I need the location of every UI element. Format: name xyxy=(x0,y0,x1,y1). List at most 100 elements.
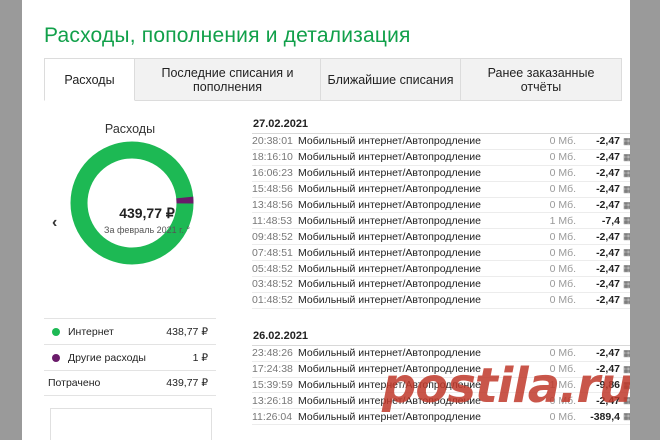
tab-bar: Расходы Последние списания и пополнения … xyxy=(44,58,622,101)
receipt-icon[interactable]: ▦ xyxy=(623,184,630,195)
transaction-row[interactable]: 01:48:52 Мобильный интернет/Автопродление… xyxy=(252,293,630,309)
total-spent-amount: 439,77 ₽ xyxy=(166,377,208,389)
tab-expenses[interactable]: Расходы xyxy=(44,58,135,101)
transaction-desc: Мобильный интернет/Автопродление xyxy=(298,151,481,164)
transaction-row[interactable]: 16:06:23 Мобильный интернет/Автопродление… xyxy=(252,166,630,182)
transaction-desc: Мобильный интернет/Автопродление xyxy=(298,262,481,275)
transaction-mb: 0 Мб. xyxy=(549,183,576,196)
transaction-row[interactable]: 11:48:53 Мобильный интернет/Автопродление… xyxy=(252,213,630,230)
donut-segment-internet xyxy=(70,141,194,265)
transaction-row[interactable]: 03:48:52 Мобильный интернет/Автопродление… xyxy=(252,277,630,293)
receipt-icon[interactable]: ▦ xyxy=(623,263,630,274)
tab-upcoming-charges[interactable]: Ближайшие списания xyxy=(321,58,461,101)
empty-box xyxy=(50,408,212,440)
transaction-time: 15:48:56 xyxy=(252,183,293,196)
legend-label: Другие расходы xyxy=(68,351,146,364)
group-gap xyxy=(252,309,630,326)
receipt-icon[interactable]: ▦ xyxy=(623,215,630,226)
transaction-amount: -2,47 xyxy=(596,278,620,291)
transaction-amount: -2,47 xyxy=(596,183,620,196)
transaction-time: 01:48:52 xyxy=(252,294,293,307)
transaction-desc: Мобильный интернет/Автопродление xyxy=(298,230,481,243)
transaction-time: 15:39:59 xyxy=(252,379,293,392)
expenses-donut-chart xyxy=(70,141,194,265)
transaction-desc: Мобильный интернет/Автопродление xyxy=(298,246,481,259)
tab-recent-transactions[interactable]: Последние списания и пополнения xyxy=(135,58,321,101)
transaction-time: 03:48:52 xyxy=(252,278,293,291)
transaction-amount: -2,47 xyxy=(596,262,620,275)
transaction-time: 11:48:53 xyxy=(252,214,293,227)
transaction-time: 16:06:23 xyxy=(252,167,293,180)
legend-amount: 438,77 ₽ xyxy=(166,325,208,338)
date-header: 26.02.2021 xyxy=(252,326,630,346)
transaction-mb: 0 Мб. xyxy=(549,167,576,180)
transaction-amount: -2,47 xyxy=(596,151,620,164)
transaction-row[interactable]: 18:16:10 Мобильный интернет/Автопродление… xyxy=(252,150,630,166)
transaction-mb: 0 Мб. xyxy=(549,294,576,307)
transaction-mb: 0 Мб. xyxy=(549,135,576,148)
transaction-row[interactable]: 15:48:56 Мобильный интернет/Автопродление… xyxy=(252,182,630,198)
prev-period-arrow-icon[interactable]: ‹ xyxy=(52,214,57,232)
transaction-time: 23:48:26 xyxy=(252,347,293,360)
transaction-time: 17:24:38 xyxy=(252,363,293,376)
tab-ordered-reports[interactable]: Ранее заказанные отчёты xyxy=(461,58,622,101)
transaction-row[interactable]: 09:48:52 Мобильный интернет/Автопродление… xyxy=(252,229,630,246)
receipt-icon[interactable]: ▦ xyxy=(623,247,630,258)
period-label: За февраль 2021 г. ° xyxy=(104,225,190,235)
transaction-time: 07:48:51 xyxy=(252,246,293,259)
transaction-amount: -2,47 xyxy=(596,167,620,180)
receipt-icon[interactable]: ▦ xyxy=(623,231,630,242)
legend-item-internet: Интернет 438,77 ₽ xyxy=(44,318,216,344)
transaction-mb: 0 Мб. xyxy=(549,262,576,275)
expenses-summary: Расходы ‹ 439,77 ₽ За февраль 2021 г. ° … xyxy=(44,101,216,440)
transaction-desc: Мобильный интернет/Автопродление xyxy=(298,135,481,148)
transaction-desc: Мобильный интернет/Автопродление xyxy=(298,214,481,227)
transaction-mb: 0 Мб. xyxy=(549,278,576,291)
receipt-icon[interactable]: ▦ xyxy=(623,152,630,163)
total-amount: 439,77 ₽ xyxy=(119,205,175,221)
legend-dot-icon xyxy=(52,353,60,362)
page-title: Расходы, пополнения и детализация xyxy=(44,24,411,47)
transaction-time: 18:16:10 xyxy=(252,151,293,164)
transaction-desc: Мобильный интернет/Автопродление xyxy=(298,183,481,196)
receipt-icon[interactable]: ▦ xyxy=(623,200,630,211)
receipt-icon[interactable]: ▦ xyxy=(623,136,630,147)
transaction-time: 05:48:52 xyxy=(252,262,293,275)
transaction-amount: -2,47 xyxy=(596,246,620,259)
transaction-row[interactable]: 05:48:52 Мобильный интернет/Автопродление… xyxy=(252,261,630,278)
transaction-time: 13:26:18 xyxy=(252,394,293,407)
legend-amount: 1 ₽ xyxy=(192,351,208,364)
transaction-mb: 0 Мб. xyxy=(549,151,576,164)
transaction-amount: -2,47 xyxy=(596,294,620,307)
transaction-amount: -2,47 xyxy=(596,135,620,148)
transaction-desc: Мобильный интернет/Автопродление xyxy=(298,278,481,291)
total-label: Потрачено xyxy=(48,377,101,389)
transaction-row[interactable]: 13:48:56 Мобильный интернет/Автопродление… xyxy=(252,198,630,214)
transaction-mb: 0 Мб. xyxy=(549,246,576,259)
transaction-time: 11:26:04 xyxy=(252,410,293,423)
expenses-panel: Расходы, пополнения и детализация Расход… xyxy=(22,0,630,440)
receipt-icon[interactable]: ▦ xyxy=(623,295,630,306)
transaction-time: 09:48:52 xyxy=(252,230,293,243)
transaction-amount: -7,4 xyxy=(601,214,620,227)
transaction-mb: 0 Мб. xyxy=(549,199,576,211)
transaction-row[interactable]: 07:48:51 Мобильный интернет/Автопродление… xyxy=(252,245,630,262)
transaction-desc: Мобильный интернет/Автопродление xyxy=(298,167,481,180)
receipt-icon[interactable]: ▦ xyxy=(623,168,630,179)
watermark-logo: postila.ru xyxy=(382,358,630,414)
receipt-icon[interactable]: ▦ xyxy=(623,279,630,290)
chart-title: Расходы xyxy=(104,122,156,136)
legend-item-other: Другие расходы 1 ₽ xyxy=(44,344,216,370)
transaction-desc: Мобильный интернет/Автопродление xyxy=(298,199,481,211)
total-spent-row: Потрачено 439,77 ₽ xyxy=(44,370,216,396)
legend-dot-icon xyxy=(52,327,60,336)
legend-label: Интернет xyxy=(68,325,114,338)
transaction-amount: -2,47 xyxy=(596,199,620,211)
transaction-time: 20:38:01 xyxy=(252,135,293,148)
transaction-row[interactable]: 20:38:01 Мобильный интернет/Автопродление… xyxy=(252,134,630,150)
transaction-time: 13:48:56 xyxy=(252,199,293,211)
transaction-mb: 0 Мб. xyxy=(549,230,576,243)
date-header: 27.02.2021 xyxy=(252,114,630,134)
transaction-mb: 1 Мб. xyxy=(549,214,576,227)
transaction-desc: Мобильный интернет/Автопродление xyxy=(298,294,481,307)
